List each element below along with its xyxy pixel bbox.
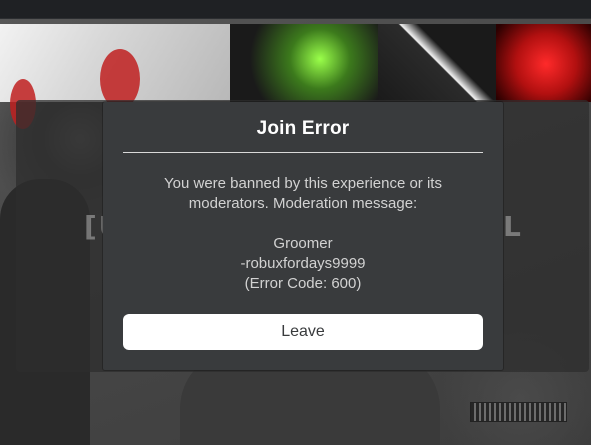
error-code: (Error Code: 600)	[244, 275, 362, 292]
leave-button[interactable]: Leave	[123, 314, 483, 350]
message-line-1: You were banned by this experience or it…	[164, 175, 442, 192]
message-line-2: moderators. Moderation message:	[188, 195, 418, 212]
dialog-title: Join Error	[256, 118, 350, 139]
modal-overlay: Join Error You were banned by this exper…	[0, 0, 591, 445]
message-spacer	[133, 214, 473, 234]
dialog-message: You were banned by this experience or it…	[133, 174, 473, 294]
dialog-divider	[123, 152, 483, 153]
moderation-message: Groomer	[273, 235, 333, 252]
moderation-detail: -robuxfordays9999	[240, 255, 366, 272]
join-error-dialog: Join Error You were banned by this exper…	[103, 102, 503, 370]
